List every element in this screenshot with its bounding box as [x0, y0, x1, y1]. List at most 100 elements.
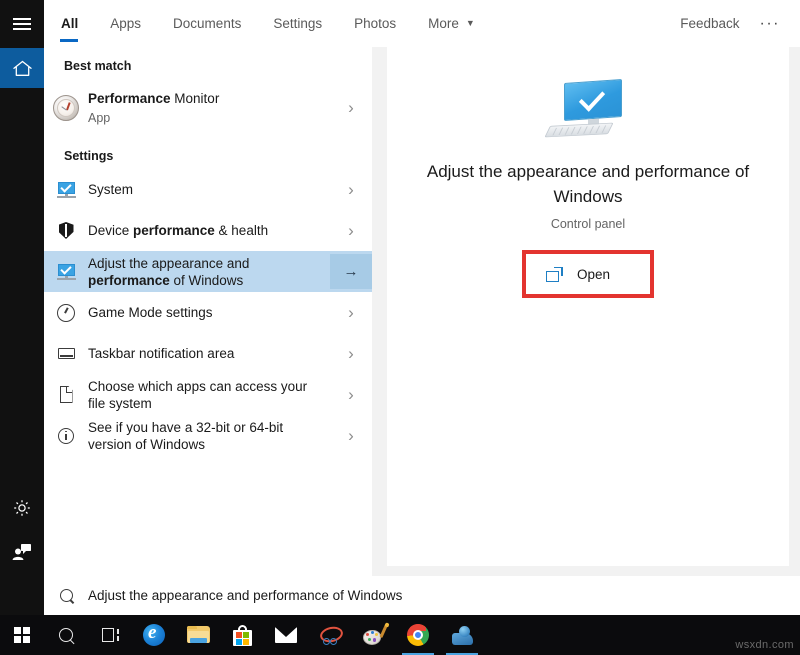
- microsoft-store-button[interactable]: [220, 615, 264, 655]
- gauge-icon: [44, 304, 88, 322]
- best-match-row[interactable]: Performance Monitor App ›: [44, 79, 372, 136]
- text-after: System: [88, 182, 133, 197]
- chevron-right-icon[interactable]: ›: [330, 221, 372, 241]
- document-icon: [44, 386, 88, 403]
- tab-more-label: More: [428, 16, 459, 31]
- text-after: See if you have a 32-bit or 64-bit versi…: [88, 420, 283, 452]
- chrome-button[interactable]: [396, 615, 440, 655]
- blue-app-icon: [452, 626, 473, 645]
- chevron-right-icon[interactable]: ›: [330, 426, 372, 446]
- mail-button[interactable]: [264, 615, 308, 655]
- chrome-icon: [407, 624, 429, 646]
- tab-documents[interactable]: Documents: [157, 0, 257, 47]
- tab-documents-label: Documents: [173, 16, 241, 31]
- result-row-taskbar-notification-area[interactable]: Taskbar notification area ›: [44, 333, 372, 374]
- search-flyout-screen: All Apps Documents Settings Photos More …: [0, 0, 800, 655]
- result-row-choose-apps-file-system-text: Choose which apps can access your file s…: [88, 378, 330, 412]
- search-filter-tabs: All Apps Documents Settings Photos More …: [44, 0, 800, 47]
- text-after: Choose which apps can access your file s…: [88, 379, 307, 411]
- preview-pane: Adjust the appearance and performance of…: [387, 47, 789, 566]
- result-row-game-mode-settings-text: Game Mode settings: [88, 304, 330, 321]
- text-bold: performance: [88, 273, 170, 288]
- chevron-right-icon[interactable]: ›: [330, 180, 372, 200]
- watermark: wsxdn.com: [735, 639, 794, 651]
- search-results-list: Best match Performance Monitor App › Set…: [44, 47, 372, 576]
- edge-icon: [143, 624, 165, 646]
- paint-palette-icon: [363, 625, 385, 645]
- gear-icon: [13, 499, 31, 517]
- result-row-system[interactable]: System ›: [44, 169, 372, 210]
- tab-all[interactable]: All: [44, 0, 94, 47]
- home-icon: [13, 60, 32, 77]
- open-button[interactable]: Open: [522, 250, 654, 298]
- windows-logo-icon: [14, 627, 30, 643]
- text-bold: performance: [133, 223, 215, 238]
- chevron-right-icon[interactable]: ›: [330, 303, 372, 323]
- result-row-device-performance-health[interactable]: Device performance & health ›: [44, 210, 372, 251]
- shield-icon: [44, 222, 88, 239]
- file-explorer-button[interactable]: [176, 615, 220, 655]
- folder-icon: [187, 626, 210, 644]
- overflow-menu-button[interactable]: ···: [754, 0, 800, 47]
- search-left-rail: [0, 0, 44, 615]
- app-button[interactable]: [440, 615, 484, 655]
- paint-button[interactable]: [352, 615, 396, 655]
- result-row-bit-version[interactable]: See if you have a 32-bit or 64-bit versi…: [44, 415, 372, 456]
- search-input-bar[interactable]: Adjust the appearance and performance of…: [44, 576, 800, 615]
- tab-settings-label: Settings: [273, 16, 322, 31]
- result-row-taskbar-notification-area-text: Taskbar notification area: [88, 345, 330, 362]
- info-icon: [44, 428, 88, 444]
- settings-button[interactable]: [0, 488, 44, 528]
- preview-actions: Open: [387, 250, 789, 298]
- text-after: Game Mode settings: [88, 305, 213, 320]
- store-bag-icon: [233, 625, 252, 646]
- result-row-choose-apps-file-system[interactable]: Choose which apps can access your file s…: [44, 374, 372, 415]
- open-external-icon: [546, 267, 563, 282]
- chevron-right-icon[interactable]: ›: [330, 344, 372, 364]
- feedback-button[interactable]: [0, 532, 44, 572]
- feedback-link[interactable]: Feedback: [666, 0, 753, 47]
- tab-photos-label: Photos: [354, 16, 396, 31]
- performance-monitor-app-icon: [44, 95, 88, 121]
- feedback-link-label: Feedback: [680, 16, 739, 31]
- snipping-tool-button[interactable]: [308, 615, 352, 655]
- tab-settings[interactable]: Settings: [257, 0, 338, 47]
- chevron-down-icon: ▼: [466, 19, 475, 28]
- hamburger-menu-button[interactable]: [0, 4, 44, 44]
- tab-all-label: All: [61, 16, 78, 31]
- chevron-right-icon[interactable]: ›: [330, 98, 372, 118]
- tab-photos[interactable]: Photos: [338, 0, 412, 47]
- result-row-game-mode-settings[interactable]: Game Mode settings ›: [44, 292, 372, 333]
- text-after: & health: [215, 223, 268, 238]
- best-match-heading: Best match: [44, 47, 372, 79]
- task-view-icon: [102, 628, 119, 642]
- text-before: Device: [88, 223, 133, 238]
- best-match-title-bold: Performance: [88, 91, 171, 106]
- taskbar-search-button[interactable]: [44, 615, 88, 655]
- tab-apps-label: Apps: [110, 16, 141, 31]
- tab-apps[interactable]: Apps: [94, 0, 157, 47]
- tab-more[interactable]: More ▼: [412, 0, 491, 47]
- preview-title: Adjust the appearance and performance of…: [423, 159, 753, 209]
- monitor-check-icon: [44, 264, 88, 280]
- arrow-right-icon[interactable]: →: [330, 254, 372, 289]
- search-icon: [44, 589, 88, 602]
- home-button[interactable]: [0, 48, 44, 88]
- text-after: of Windows: [170, 273, 244, 288]
- task-view-button[interactable]: [88, 615, 132, 655]
- taskbar-icon: [44, 348, 88, 359]
- result-row-adjust-appearance-performance-text: Adjust the appearance and performance of…: [88, 255, 330, 289]
- feedback-person-icon: [12, 543, 32, 561]
- ellipsis-icon: ···: [760, 15, 780, 33]
- best-match-title-rest: Monitor: [171, 91, 220, 106]
- monitor-check-keyboard-icon: [548, 81, 628, 139]
- text-before: Adjust the appearance and: [88, 256, 249, 271]
- edge-button[interactable]: [132, 615, 176, 655]
- result-row-adjust-appearance-performance[interactable]: Adjust the appearance and performance of…: [44, 251, 372, 292]
- open-button-label: Open: [577, 267, 610, 282]
- search-input[interactable]: Adjust the appearance and performance of…: [88, 588, 402, 603]
- start-button[interactable]: [0, 615, 44, 655]
- mail-envelope-icon: [275, 627, 297, 643]
- chevron-right-icon[interactable]: ›: [330, 385, 372, 405]
- best-match-subtitle: App: [88, 110, 322, 126]
